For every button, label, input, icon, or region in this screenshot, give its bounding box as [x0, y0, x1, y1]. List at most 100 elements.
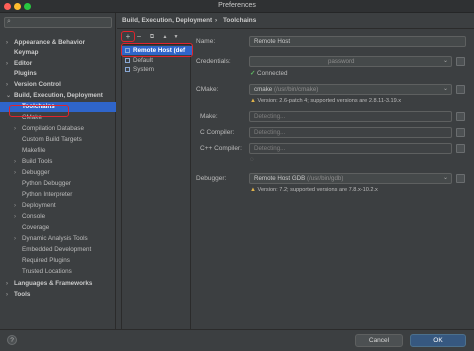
credentials-label: Credentials: — [196, 58, 231, 65]
sidebar-item-label: Debugger — [22, 169, 50, 176]
breadcrumb-parent[interactable]: Build, Execution, Deployment — [122, 17, 212, 24]
sidebar-item-debugger[interactable]: › Debugger — [0, 168, 116, 178]
cpp-compiler-field[interactable]: Detecting... — [249, 143, 452, 154]
copy-toolchain-button[interactable]: ⧉ — [148, 33, 156, 41]
warning-icon: ▲ — [250, 98, 256, 104]
sidebar-item-embedded-development[interactable]: Embedded Development — [0, 245, 116, 255]
sidebar-item-trusted-locations[interactable]: Trusted Locations — [0, 267, 116, 277]
sidebar-item-editor[interactable]: › Editor — [0, 59, 116, 69]
make-browse-button[interactable] — [456, 112, 465, 121]
sidebar-item-appearance-behavior[interactable]: › Appearance & Behavior — [0, 38, 116, 48]
cmake-label: CMake: — [196, 86, 219, 93]
sidebar-item-label: Build Tools — [22, 158, 53, 165]
ok-button[interactable]: OK — [410, 334, 466, 347]
cmake-select[interactable]: cmake (/usr/bin/cmake) ⌄ — [249, 84, 452, 95]
chevron-right-icon[interactable]: › — [14, 157, 16, 167]
settings-search-input[interactable]: ⌕ — [4, 17, 112, 28]
settings-sidebar: ⌕ › Appearance & Behavior Keymap › Editor Plu… — [0, 13, 116, 329]
name-field[interactable]: Remote Host — [249, 36, 466, 47]
toolchain-item-system[interactable]: System — [122, 65, 192, 74]
sidebar-item-custom-build-targets[interactable]: Custom Build Targets — [0, 135, 116, 145]
chevron-right-icon[interactable]: › — [6, 290, 8, 300]
chevron-down-icon[interactable]: ⌄ — [6, 91, 11, 101]
chevron-right-icon[interactable]: › — [6, 59, 8, 69]
sidebar-item-label: Editor — [14, 60, 33, 67]
help-button[interactable]: ? — [7, 335, 17, 345]
sidebar-item-label: Python Interpreter — [22, 191, 73, 198]
toolchain-icon — [125, 67, 130, 72]
toolchain-label: Default — [133, 57, 153, 64]
sidebar-item-dynamic-analysis-tools[interactable]: › Dynamic Analysis Tools — [0, 234, 116, 244]
chevron-down-icon: ⌄ — [442, 58, 448, 64]
toolchain-list: Remote Host (def Default System — [121, 44, 192, 334]
chevron-right-icon[interactable]: › — [6, 279, 8, 289]
c-compiler-label: C Compiler: — [200, 129, 235, 136]
sidebar-item-label: Deployment — [22, 202, 56, 209]
chevron-right-icon[interactable]: › — [6, 38, 8, 48]
breadcrumb-separator: › — [215, 17, 218, 24]
cpp-compiler-browse-button[interactable] — [456, 144, 465, 153]
sidebar-item-deployment[interactable]: › Deployment — [0, 201, 116, 211]
cmake-warning: ▲ Version: 2.6-patch 4; supported versio… — [250, 98, 401, 104]
sidebar-item-required-plugins[interactable]: Required Plugins — [0, 256, 116, 266]
title-bar: Preferences — [0, 0, 474, 13]
debugger-browse-button[interactable] — [456, 174, 465, 183]
debugger-path: (/usr/bin/gdb) — [306, 175, 344, 182]
sidebar-item-coverage[interactable]: Coverage — [0, 223, 116, 233]
sidebar-item-version-control[interactable]: › Version Control — [0, 80, 116, 90]
debugger-value: Remote Host GDB — [254, 175, 306, 182]
sidebar-item-label: Required Plugins — [22, 257, 70, 264]
sidebar-item-languages-frameworks[interactable]: › Languages & Frameworks — [0, 279, 116, 289]
make-field[interactable]: Detecting... — [249, 111, 452, 122]
breadcrumb-current: Toolchains — [223, 17, 257, 24]
highlight-box-toolchains — [9, 105, 69, 117]
credentials-field[interactable]: password ⌄ — [249, 56, 452, 67]
chevron-right-icon[interactable]: › — [14, 234, 16, 244]
sidebar-item-build-execution-deployment[interactable]: ⌄ Build, Execution, Deployment — [0, 91, 116, 101]
sidebar-item-python-interpreter[interactable]: Python Interpreter — [0, 190, 116, 200]
cmake-path: (/usr/bin/cmake) — [273, 86, 319, 93]
debugger-warning-text: Version: 7.2; supported versions are 7.8… — [257, 187, 378, 193]
sidebar-item-label: Makefile — [22, 147, 46, 154]
cmake-browse-button[interactable] — [456, 85, 465, 94]
sidebar-item-label: Console — [22, 213, 46, 220]
chevron-right-icon[interactable]: › — [14, 124, 16, 134]
chevron-right-icon[interactable]: › — [14, 212, 16, 222]
debugger-select[interactable]: Remote Host GDB (/usr/bin/gdb) ⌄ — [249, 173, 452, 184]
toolchain-label: System — [133, 66, 154, 73]
sidebar-item-keymap[interactable]: Keymap — [0, 48, 116, 58]
connection-status: ✓ Connected — [250, 70, 288, 77]
chevron-right-icon[interactable]: › — [14, 201, 16, 211]
sidebar-item-plugins[interactable]: Plugins — [0, 69, 116, 79]
cmake-value: cmake — [254, 86, 273, 93]
sidebar-item-tools[interactable]: › Tools — [0, 290, 116, 300]
c-compiler-field[interactable]: Detecting... — [249, 127, 452, 138]
c-compiler-browse-button[interactable] — [456, 128, 465, 137]
sidebar-item-label: Tools — [14, 291, 31, 298]
sidebar-item-build-tools[interactable]: › Build Tools — [0, 157, 116, 167]
sidebar-item-label: Custom Build Targets — [22, 136, 82, 143]
move-up-button[interactable]: ▲ — [161, 33, 169, 41]
sidebar-item-label: Trusted Locations — [22, 268, 72, 275]
credentials-settings-button[interactable] — [456, 57, 465, 66]
sidebar-item-python-debugger[interactable]: Python Debugger — [0, 179, 116, 189]
sidebar-item-label: Python Debugger — [22, 180, 72, 187]
sidebar-item-label: Compilation Database — [22, 125, 84, 132]
toolchain-item-default[interactable]: Default — [122, 56, 192, 65]
move-down-button[interactable]: ▼ — [172, 33, 180, 41]
toolchain-icon — [125, 58, 130, 63]
sidebar-item-makefile[interactable]: Makefile — [0, 146, 116, 156]
chevron-right-icon[interactable]: › — [14, 168, 16, 178]
sidebar-item-label: Version Control — [14, 81, 61, 88]
chevron-right-icon[interactable]: › — [6, 80, 8, 90]
sidebar-item-compilation-database[interactable]: › Compilation Database — [0, 124, 116, 134]
sidebar-item-console[interactable]: › Console — [0, 212, 116, 222]
chevron-down-icon: ⌄ — [442, 175, 448, 181]
chevron-down-icon: ⌄ — [442, 86, 448, 92]
remove-toolchain-button[interactable]: − — [135, 33, 143, 41]
debugger-label: Debugger: — [196, 175, 227, 182]
cancel-button[interactable]: Cancel — [355, 334, 403, 347]
debugger-warning: ▲ Version: 7.2; supported versions are 7… — [250, 187, 378, 193]
sidebar-item-label: Languages & Frameworks — [14, 280, 93, 287]
dialog-footer: ? Cancel OK — [0, 329, 474, 351]
